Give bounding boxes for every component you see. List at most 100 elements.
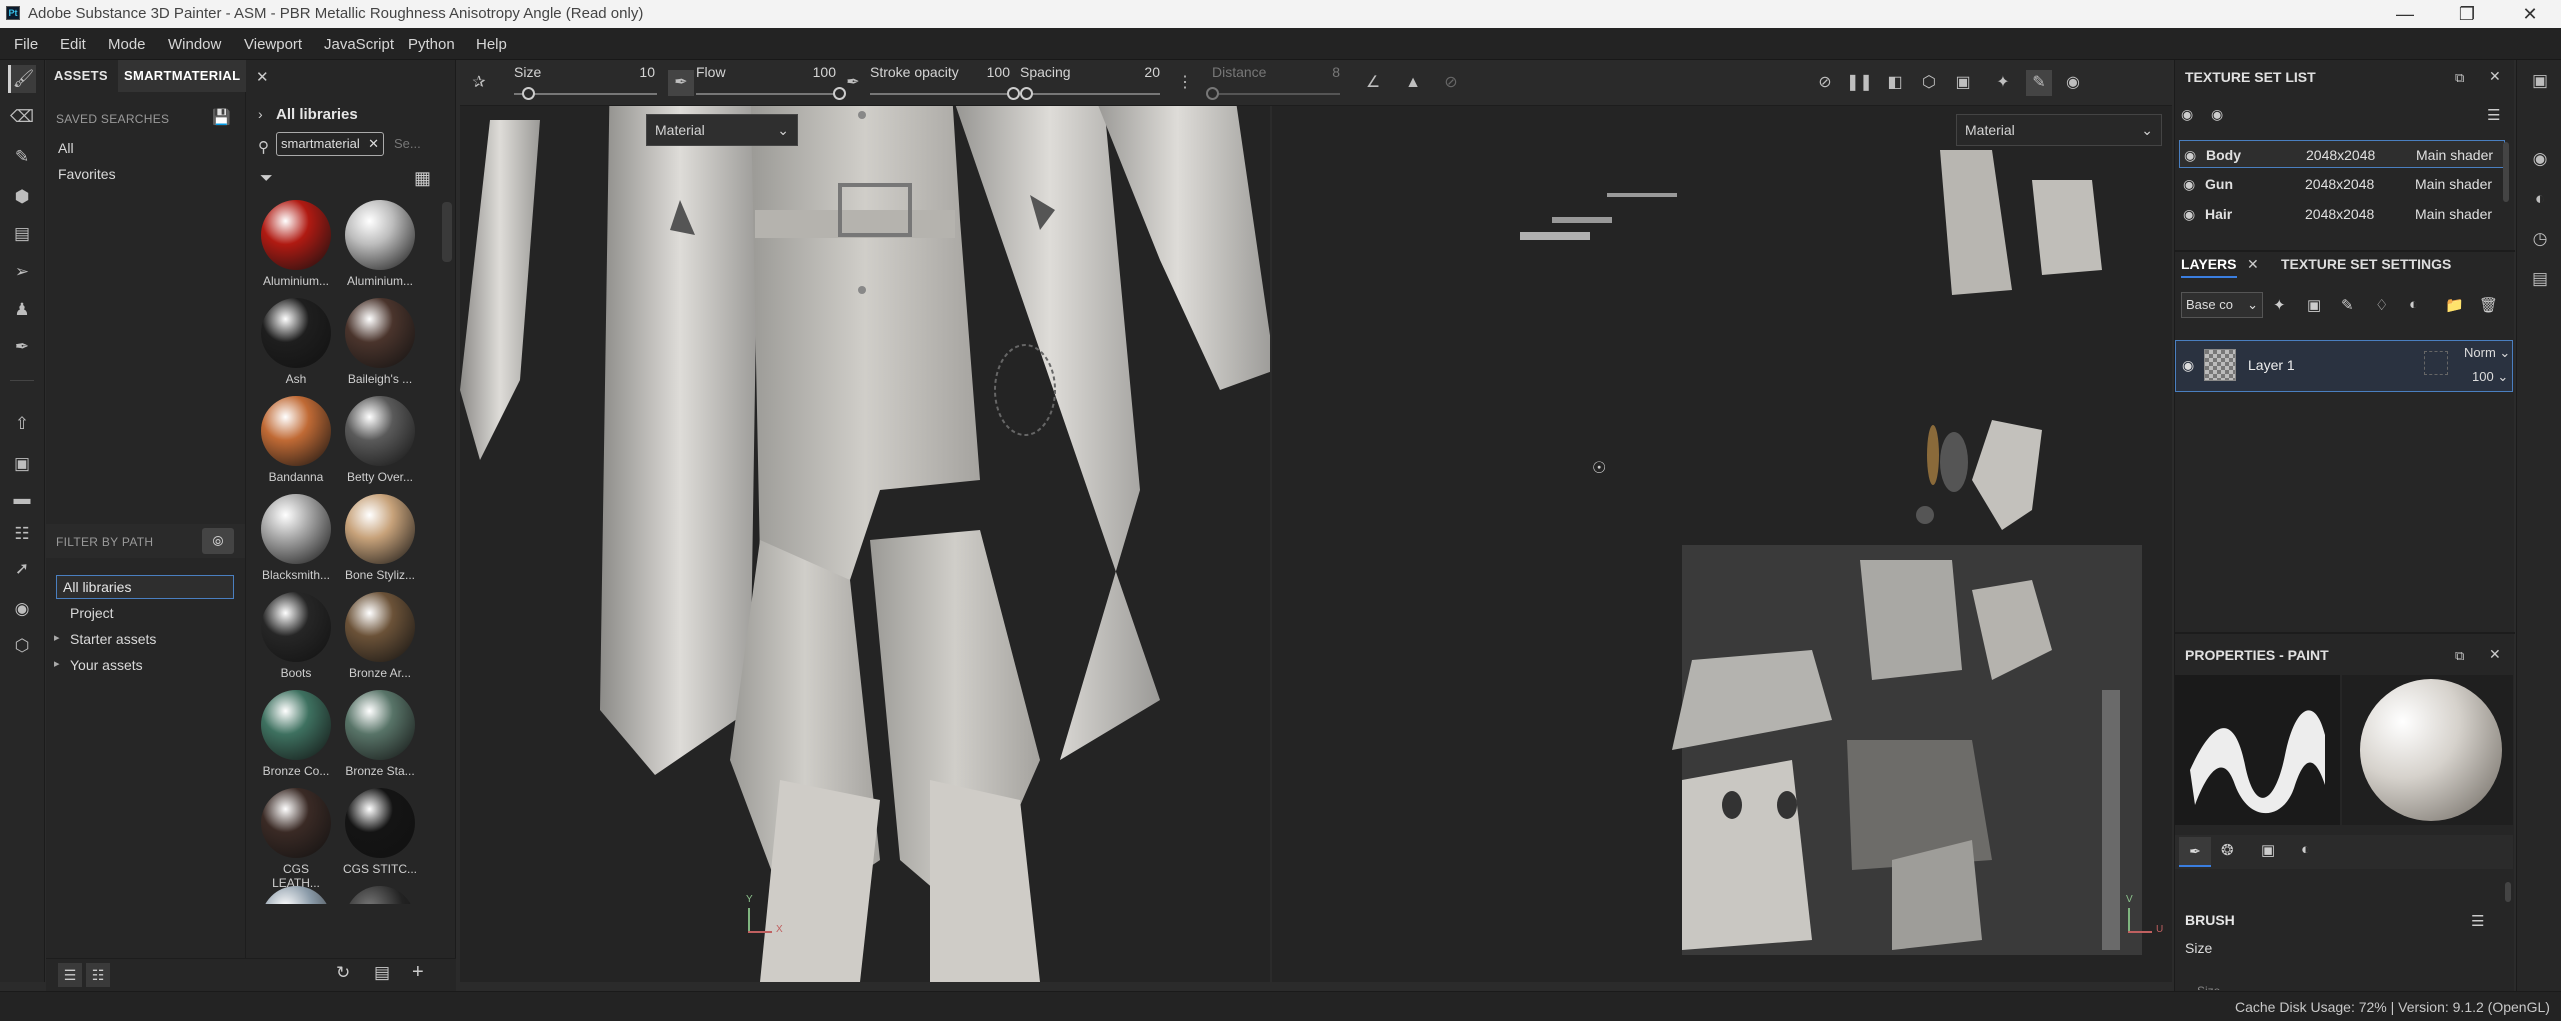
log-icon[interactable]: ▤	[2527, 266, 2553, 292]
symmetry-options-icon[interactable]: ⊘	[1438, 70, 1464, 96]
tab-smartmaterial[interactable]: SMARTMATERIAL	[118, 60, 247, 92]
lazy-mouse-icon[interactable]: ✰	[466, 70, 492, 96]
popout-icon[interactable]: ⧉	[2455, 70, 2464, 86]
menu-python[interactable]: Python	[408, 36, 455, 53]
menu-help[interactable]: Help	[476, 36, 507, 53]
texture-set-icon[interactable]: ▣	[2527, 68, 2553, 94]
geometry-fill-icon[interactable]: ⬢	[8, 183, 36, 211]
close-icon[interactable]: ✕	[2489, 68, 2501, 85]
line-angle-icon[interactable]: ∠	[1360, 70, 1386, 96]
texture-set-row[interactable]: ◉ Gun 2048x2048 Main shader	[2179, 170, 2505, 198]
shader-settings-icon[interactable]: ◐	[2527, 186, 2553, 212]
material-thumbnail[interactable]: Blacksmith...	[258, 494, 334, 582]
mask-icon[interactable]: ▣	[2307, 296, 2321, 314]
saved-search-favorites[interactable]: Favorites	[58, 166, 116, 182]
polygon-fill-icon[interactable]: ▤	[8, 220, 36, 248]
menu-javascript[interactable]: JavaScript	[324, 36, 394, 53]
delete-icon[interactable]: 🗑	[2479, 296, 2498, 314]
pen-pressure-icon[interactable]: ✒	[668, 70, 694, 96]
add-icon[interactable]: +	[412, 961, 424, 984]
lazy-mouse-dots-icon[interactable]: ⋮	[1172, 70, 1198, 96]
eye-icon[interactable]: ◉	[2184, 141, 2196, 169]
material-thumbnail[interactable]: Bronze Ar...	[342, 592, 418, 680]
list-view-icon[interactable]: ☰	[58, 963, 82, 987]
mask-slot[interactable]	[2424, 351, 2448, 375]
chip-close-icon[interactable]: ✕	[368, 133, 379, 155]
expand-arrow-icon[interactable]: ▸	[54, 631, 60, 644]
spacing-slider-knob[interactable]	[1020, 87, 1033, 100]
size-slider[interactable]	[514, 87, 657, 100]
pause-icon[interactable]: ❚❚	[1846, 70, 1873, 96]
brush-menu-icon[interactable]: ☰	[2471, 912, 2484, 930]
viewport-mode-select[interactable]: Material ⌄	[646, 114, 798, 146]
expand-arrow-icon[interactable]: ▸	[54, 657, 60, 670]
material-thumbnail[interactable]: Ash	[258, 298, 334, 386]
image-icon[interactable]: ▣	[8, 450, 36, 478]
eye-icon[interactable]: ◉	[2211, 106, 2223, 123]
material-thumbnail[interactable]: Aluminium...	[258, 200, 334, 288]
properties-scrollbar[interactable]	[2505, 882, 2511, 902]
paint-mode-icon[interactable]: ✎	[2026, 70, 2052, 96]
material-thumbnail-partial[interactable]	[258, 886, 334, 904]
screenshot-icon[interactable]: ◉	[8, 595, 36, 623]
material-thumbnail[interactable]: Boots	[258, 592, 334, 680]
effect-icon[interactable]: ✦	[2273, 296, 2286, 314]
visibility-toggle-icon[interactable]: ◉	[2181, 106, 2193, 123]
saved-search-all[interactable]: All	[58, 140, 74, 156]
texture-set-scrollbar[interactable]	[2503, 142, 2509, 202]
material-thumbnail[interactable]: CGS STITC...	[342, 788, 418, 876]
add-fill-layer-icon[interactable]: ♢	[2375, 296, 2388, 314]
distance-value[interactable]: 8	[1320, 64, 1340, 80]
history-icon[interactable]: ◷	[2527, 226, 2553, 252]
close-tab-icon[interactable]: ✕	[2247, 256, 2259, 273]
symmetry-icon[interactable]: ▲	[1400, 70, 1426, 96]
export-icon[interactable]: ⇧	[8, 410, 36, 438]
material-thumbnail[interactable]: Bandanna	[258, 396, 334, 484]
brush-tab-icon[interactable]: ✒	[2179, 837, 2211, 867]
send-icon[interactable]: ➚	[8, 555, 36, 583]
refresh-icon[interactable]: ↻	[336, 963, 350, 983]
tab-assets[interactable]: ASSETS	[54, 60, 108, 92]
flow-value[interactable]: 100	[806, 64, 836, 80]
projection-icon[interactable]: ✎	[8, 143, 36, 171]
path-your-assets[interactable]: Your assets	[70, 657, 143, 673]
iray-icon[interactable]: ✦	[1990, 70, 2016, 96]
smudge-icon[interactable]: ➢	[8, 258, 36, 286]
folder-icon[interactable]: 📁	[2445, 296, 2464, 314]
display-settings-icon[interactable]: ◉	[2527, 146, 2553, 172]
material-thumbnail[interactable]: Bone Styliz...	[342, 494, 418, 582]
hide-filter-icon[interactable]: ⦾	[202, 528, 234, 554]
hide-overlay-icon[interactable]: ⊘	[1812, 70, 1838, 96]
split-view-icon[interactable]: ◧	[1882, 70, 1908, 96]
maximize-icon[interactable]: ❐	[2447, 2, 2487, 26]
smart-material-icon[interactable]: ◐	[2409, 296, 2418, 313]
filter-icon[interactable]: ⏷	[260, 170, 273, 188]
bake-icon[interactable]: ☷	[8, 520, 36, 548]
viewport-3d[interactable]: Material ⌄ Y X	[460, 60, 1270, 982]
breadcrumb[interactable]: All libraries	[276, 106, 358, 123]
close-icon[interactable]: ✕	[2510, 2, 2550, 26]
camera-icon[interactable]: ▣	[1950, 70, 1976, 96]
eye-icon[interactable]: ◉	[2183, 200, 2195, 228]
add-paint-layer-icon[interactable]: ✎	[2341, 296, 2354, 314]
texture-set-row[interactable]: ◉ Hair 2048x2048 Main shader	[2179, 200, 2505, 228]
spacing-value[interactable]: 20	[1130, 64, 1160, 80]
display-mode-icon[interactable]: ⬡	[1916, 70, 1942, 96]
eraser-icon[interactable]: ⌫	[8, 103, 36, 131]
eye-icon[interactable]: ◉	[2183, 170, 2195, 198]
size-slider-knob[interactable]	[522, 87, 536, 100]
material-thumbnail[interactable]: Bronze Co...	[258, 690, 334, 778]
menu-viewport[interactable]: Viewport	[244, 36, 302, 53]
import-icon[interactable]: ▤	[374, 963, 390, 983]
distance-slider-knob[interactable]	[1206, 87, 1219, 100]
path-starter-assets[interactable]: Starter assets	[70, 631, 156, 647]
alpha-tab-icon[interactable]: ❂	[2221, 841, 2234, 859]
channel-select[interactable]: Base co ⌄	[2181, 292, 2263, 318]
close-icon[interactable]: ✕	[2489, 646, 2501, 663]
minimize-icon[interactable]: —	[2385, 2, 2425, 26]
tab-layers[interactable]: LAYERS	[2181, 256, 2237, 278]
texture-set-row[interactable]: ◉ Body 2048x2048 Main shader	[2179, 140, 2505, 168]
distance-slider[interactable]	[1206, 87, 1340, 100]
spacing-slider[interactable]	[1020, 87, 1160, 100]
asset-scrollbar[interactable]	[442, 202, 452, 262]
